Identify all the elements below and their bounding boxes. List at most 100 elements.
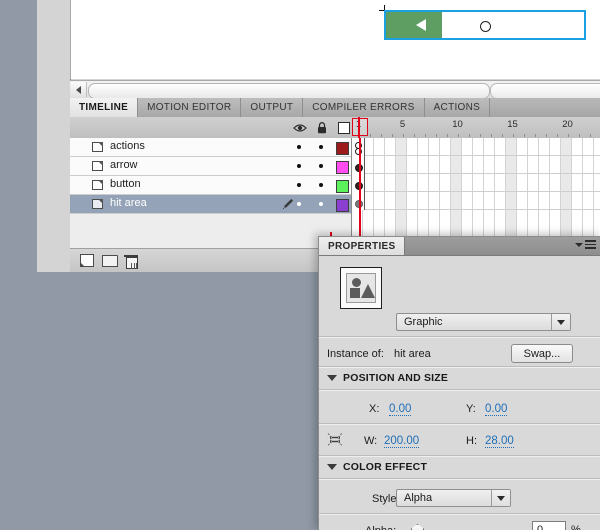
triangle-left-icon [76, 85, 81, 94]
ruler-tick [567, 134, 569, 137]
ruler-tick [391, 134, 393, 137]
screen-root: TIMELINE MOTION EDITOR OUTPUT COMPILER E… [0, 0, 600, 530]
window-left-gutter [37, 0, 71, 272]
frame-row-divider [352, 191, 600, 192]
layer-name[interactable]: arrow [110, 159, 138, 171]
selected-instance[interactable] [384, 10, 586, 40]
folder-body [102, 255, 118, 267]
timeline-ruler[interactable]: 151015202530 [351, 117, 600, 139]
position-and-size-title: POSITION AND SIZE [343, 372, 449, 384]
ruler-tick [501, 134, 503, 137]
circle-outline-icon [480, 21, 491, 32]
ruler-tick [446, 134, 448, 137]
layer-type-icon [92, 199, 103, 209]
layer-lock-toggle[interactable] [319, 145, 323, 149]
ruler-ticks [351, 133, 600, 137]
alpha-input[interactable]: 0 [532, 521, 566, 530]
outline-box-icon[interactable] [336, 120, 351, 135]
trash-body [126, 257, 138, 269]
outline-box-glyph [337, 121, 350, 134]
ruler-tick-label: 20 [562, 119, 573, 130]
layer-color-swatch[interactable] [336, 142, 349, 155]
chevron-down-icon[interactable] [491, 490, 510, 506]
layer-color-swatch[interactable] [336, 161, 349, 174]
divider [319, 389, 600, 391]
scroll-left-button[interactable] [71, 82, 87, 97]
ruler-tick [435, 134, 437, 137]
tab-actions[interactable]: ACTIONS [424, 98, 491, 117]
h-field[interactable]: 28.00 [485, 435, 514, 448]
position-and-size-section-header[interactable]: POSITION AND SIZE [327, 372, 448, 384]
color-style-select[interactable]: Alpha [396, 489, 511, 507]
layer-name[interactable]: hit area [110, 197, 147, 209]
stage-horizontal-scrollbar[interactable] [70, 80, 600, 100]
layer-lock-toggle[interactable] [319, 202, 323, 206]
tab-properties[interactable]: PROPERTIES [319, 237, 406, 255]
ruler-tick [380, 134, 382, 137]
layer-row[interactable]: button [70, 176, 351, 195]
w-field[interactable]: 200.00 [384, 435, 420, 448]
alpha-slider-handle[interactable] [411, 524, 424, 530]
tab-timeline[interactable]: TIMELINE [70, 98, 139, 117]
ruler-tick [556, 134, 558, 137]
layer-name[interactable]: button [110, 178, 141, 190]
new-folder-icon[interactable] [102, 254, 118, 267]
playhead-line-header [358, 117, 360, 138]
layer-name[interactable]: actions [110, 140, 145, 152]
layer-lock-toggle[interactable] [319, 164, 323, 168]
x-label: X: [369, 403, 380, 415]
hamburger-icon [585, 240, 596, 249]
symbol-type-select[interactable]: Graphic [396, 313, 571, 331]
pencil-icon [282, 198, 294, 213]
layer-header-controls [70, 117, 350, 138]
ruler-tick [589, 134, 591, 137]
color-effect-section-header[interactable]: COLOR EFFECT [327, 461, 427, 473]
scrollbar-thumb-secondary[interactable] [490, 83, 600, 99]
panel-menu-icon[interactable] [575, 240, 596, 249]
frame-row-divider [352, 173, 600, 174]
tab-output[interactable]: OUTPUT [241, 98, 304, 117]
layer-color-swatch[interactable] [336, 199, 349, 212]
divider [319, 455, 600, 457]
layer-lock-toggle[interactable] [319, 183, 323, 187]
green-block [386, 12, 442, 38]
new-layer-icon[interactable] [80, 254, 94, 267]
color-effect-title: COLOR EFFECT [343, 461, 428, 473]
layer-row[interactable]: arrow [70, 157, 351, 176]
lock-icon[interactable] [314, 120, 329, 135]
y-field[interactable]: 0.00 [485, 403, 508, 416]
layer-color-swatch[interactable] [336, 180, 349, 193]
swap-button[interactable]: Swap... [511, 344, 573, 363]
layer-visibility-toggle[interactable] [297, 183, 301, 187]
eye-icon[interactable] [292, 120, 307, 135]
x-field[interactable]: 0.00 [389, 403, 412, 416]
square-shape-icon [350, 288, 360, 298]
layer-type-icon [92, 180, 103, 190]
scrollbar-thumb[interactable] [88, 83, 490, 99]
delete-layer-icon[interactable] [124, 254, 138, 269]
link-broken-icon[interactable] [326, 431, 343, 447]
triangle-left-icon [416, 19, 426, 31]
tab-motion-editor[interactable]: MOTION EDITOR [138, 98, 242, 117]
divider [319, 366, 600, 368]
frames-grid[interactable] [352, 138, 600, 248]
stage-canvas[interactable] [70, 0, 600, 79]
symbol-type-value: Graphic [404, 316, 443, 328]
h-label: H: [466, 435, 477, 447]
layer-visibility-toggle[interactable] [297, 145, 301, 149]
disclosure-triangle-icon [327, 375, 337, 381]
lock-glyph [317, 121, 326, 133]
layer-type-icon [92, 161, 103, 171]
layer-type-icon [92, 142, 103, 152]
layer-visibility-toggle[interactable] [297, 164, 301, 168]
tab-compiler-errors[interactable]: COMPILER ERRORS [303, 98, 425, 117]
ruler-tick [523, 134, 525, 137]
layer-visibility-toggle[interactable] [297, 202, 301, 206]
properties-tabstrip: PROPERTIES [319, 237, 600, 256]
layer-row[interactable]: hit area [70, 195, 351, 214]
alpha-label: Alpha: [365, 525, 396, 530]
layer-row[interactable]: actions [70, 138, 351, 157]
graphic-symbol-inner [346, 273, 376, 303]
divider [319, 336, 600, 338]
chevron-down-icon[interactable] [551, 314, 570, 330]
